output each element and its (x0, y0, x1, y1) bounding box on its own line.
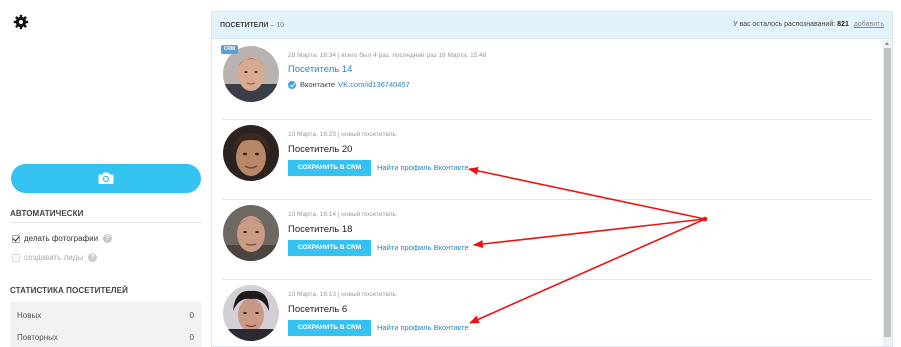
find-vk-profile-link[interactable]: Найти профиль Вконтакте (377, 323, 469, 332)
vk-label: Вконтакте (300, 80, 336, 89)
scrollbar-thumb[interactable] (884, 48, 891, 337)
stat-label: Повторных (17, 333, 58, 342)
remaining-value: 821 (837, 21, 849, 28)
visitor-list: CRM 28 Марта, 16:34 | всего был 4 раз, п… (212, 40, 882, 346)
save-to-crm-button[interactable]: СОХРАНИТЬ В CRM (288, 240, 371, 256)
add-recognitions-link[interactable]: добавить (854, 21, 884, 28)
visitor-name: Посетитель 6 (288, 304, 348, 315)
visitors-panel: ПОСЕТИТЕЛИ – 10 У вас осталось распознав… (211, 11, 893, 347)
option-create-leads[interactable]: создавать лиды ? (12, 253, 98, 262)
stat-value: 0 (189, 333, 194, 342)
gear-icon[interactable] (13, 14, 29, 30)
save-to-crm-button[interactable]: СОХРАНИТЬ В CRM (288, 160, 371, 176)
verified-icon (288, 80, 296, 89)
visitor-name-link[interactable]: Посетитель 14 (288, 64, 352, 75)
visitor-count: – 10 (270, 22, 284, 29)
help-icon[interactable]: ? (88, 253, 98, 262)
panel-title-text: ПОСЕТИТЕЛИ (220, 22, 269, 29)
scrollbar[interactable] (883, 40, 892, 346)
avatar (223, 46, 279, 102)
sidebar: АВТОМАТИЧЕСКИ делать фотографии ? создав… (0, 0, 210, 347)
camera-icon (98, 172, 114, 184)
stat-row-returning: Повторных 0 (10, 327, 201, 347)
crm-badge: CRM (221, 45, 238, 54)
avatar (223, 285, 279, 341)
stats-section-title: СТАТИСТИКА ПОСЕТИТЕЛЕЙ (10, 286, 128, 295)
visitor-card: 10 Марта, 16:23 | новый посетитель Посет… (212, 120, 872, 200)
visitor-name: Посетитель 18 (288, 224, 353, 235)
visit-meta: 10 Марта, 16:14 | новый посетитель (288, 211, 396, 218)
find-vk-profile-link[interactable]: Найти профиль Вконтакте (377, 163, 469, 172)
stats-table: Новых 0 Повторных 0 (10, 302, 201, 347)
checkbox-take-photos[interactable] (12, 234, 20, 243)
visitor-card: 10 Марта, 16:13 | новый посетитель Посет… (212, 280, 872, 346)
visitor-name: Посетитель 20 (288, 144, 353, 155)
vk-profile-link[interactable]: VK.com/id136740457 (338, 80, 410, 89)
visitor-card: CRM 28 Марта, 16:34 | всего был 4 раз, п… (212, 40, 872, 120)
avatar (223, 125, 279, 181)
remaining-label: У вас осталось распознаваний: (733, 21, 836, 28)
visit-meta: 28 Марта, 16:34 | всего был 4 раз, после… (288, 52, 487, 59)
save-to-crm-button[interactable]: СОХРАНИТЬ В CRM (288, 320, 371, 336)
visitor-card: 10 Марта, 16:14 | новый посетитель Посет… (212, 200, 872, 280)
auto-section-title: АВТОМАТИЧЕСКИ (10, 209, 84, 218)
stat-label: Новых (17, 311, 42, 320)
divider (10, 222, 201, 223)
option-label: делать фотографии (24, 234, 99, 243)
visit-meta: 10 Марта, 16:13 | новый посетитель (288, 291, 396, 298)
stat-row-new: Новых 0 (10, 305, 201, 325)
scroll-up-arrow-icon[interactable] (885, 42, 889, 45)
checkbox-create-leads[interactable] (12, 253, 20, 262)
option-take-photos[interactable]: делать фотографии ? (12, 234, 113, 243)
take-photo-button[interactable] (11, 164, 201, 193)
help-icon[interactable]: ? (103, 234, 113, 243)
option-label: создавать лиды (24, 253, 84, 262)
recognitions-remaining: У вас осталось распознаваний: 821 добави… (733, 21, 884, 28)
vk-profile-line: Вконтакте VK.com/id136740457 (288, 80, 410, 89)
avatar (223, 205, 279, 261)
panel-header: ПОСЕТИТЕЛИ – 10 У вас осталось распознав… (212, 12, 892, 39)
stat-value: 0 (189, 311, 194, 320)
panel-title: ПОСЕТИТЕЛИ – 10 (220, 22, 284, 29)
find-vk-profile-link[interactable]: Найти профиль Вконтакте (377, 243, 469, 252)
visit-meta: 10 Марта, 16:23 | новый посетитель (288, 131, 396, 138)
